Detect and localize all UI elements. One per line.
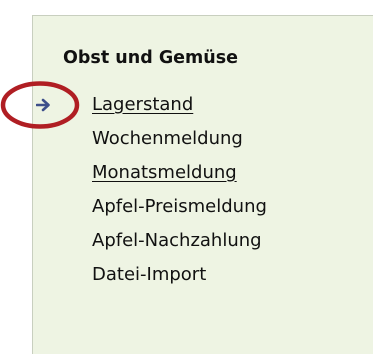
menu-link-monatsmeldung[interactable]: Monatsmeldung [92,156,237,190]
menu-item-lagerstand: Lagerstand [33,88,373,122]
menu-link-datei-import[interactable]: Datei-Import [92,258,206,292]
menu-item-monatsmeldung: Monatsmeldung [33,156,373,190]
navigation-panel: Obst und Gemüse Lagerstand Wochenmeldung… [32,15,373,354]
menu-link-apfel-preismeldung[interactable]: Apfel-Preismeldung [92,190,267,224]
arrow-right-icon [36,98,50,112]
menu-link-lagerstand[interactable]: Lagerstand [92,88,193,122]
menu-link-apfel-nachzahlung[interactable]: Apfel-Nachzahlung [92,224,262,258]
menu-item-datei-import: Datei-Import [33,258,373,292]
menu-link-wochenmeldung[interactable]: Wochenmeldung [92,122,243,156]
menu-item-apfel-nachzahlung: Apfel-Nachzahlung [33,224,373,258]
menu-list: Lagerstand Wochenmeldung Monatsmeldung A… [33,88,373,292]
menu-item-wochenmeldung: Wochenmeldung [33,122,373,156]
menu-item-apfel-preismeldung: Apfel-Preismeldung [33,190,373,224]
menu-title: Obst und Gemüse [63,48,239,68]
